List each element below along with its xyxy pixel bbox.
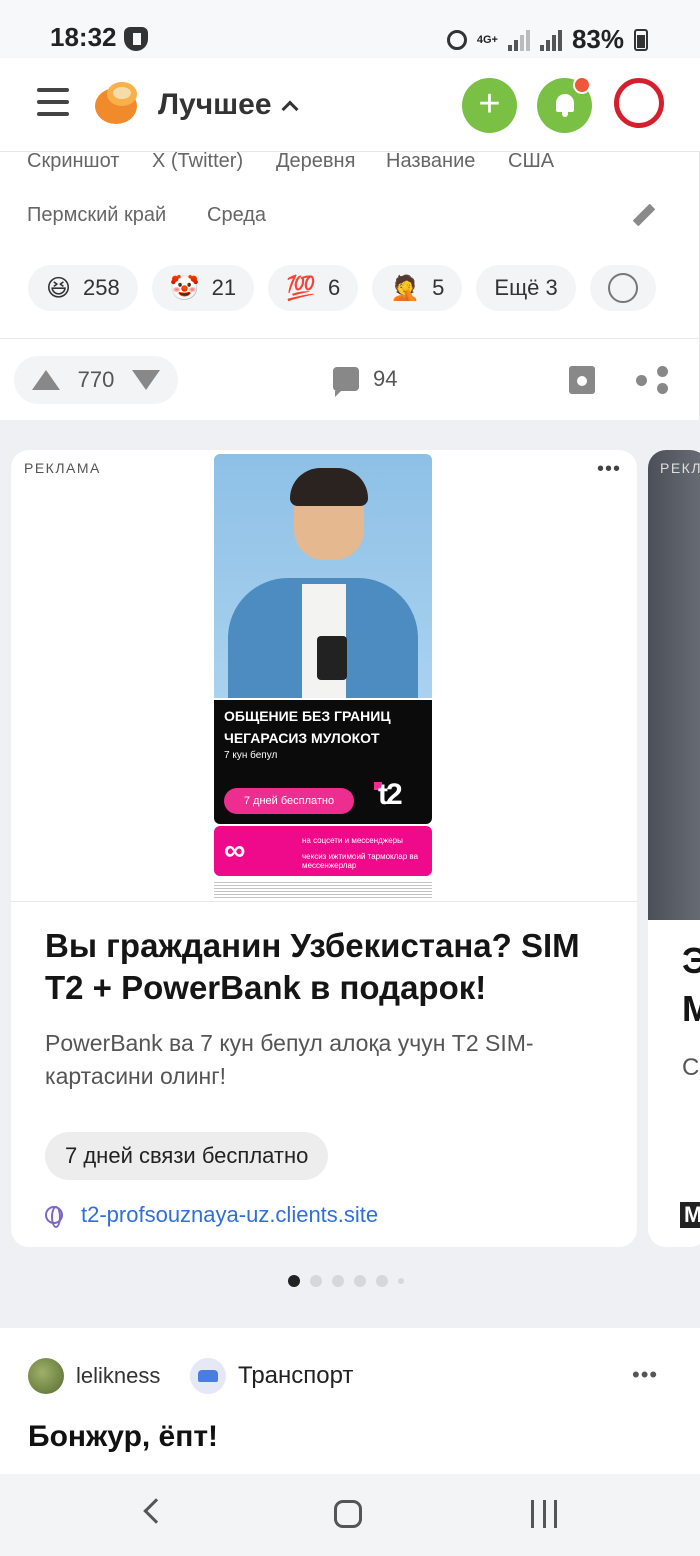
hundred-emoji-icon: 💯 bbox=[286, 274, 317, 302]
ad-banner-black: ОБЩЕНИЕ БЕЗ ГРАНИЦ ЧЕГАРАСИЗ МУЛОКОТ 7 к… bbox=[214, 700, 432, 824]
post-card-2: lelikness Транспорт ••• Бонжур, ёпт! bbox=[0, 1328, 700, 1474]
upvote-icon[interactable] bbox=[32, 370, 60, 390]
more-options-icon[interactable]: ••• bbox=[597, 458, 621, 481]
home-icon[interactable] bbox=[334, 1500, 362, 1528]
feed-selector[interactable]: Лучшее bbox=[158, 88, 299, 122]
more-reactions-button[interactable]: Ещё 3 bbox=[476, 265, 576, 311]
globe-icon bbox=[45, 1206, 63, 1228]
ad-cta-button[interactable]: 7 дней связи бесплатно bbox=[45, 1132, 329, 1180]
ad-description: PowerBank ва 7 кун бепул алоқа учун T2 S… bbox=[45, 1030, 534, 1089]
tag[interactable]: Деревня bbox=[276, 150, 355, 173]
ad-title[interactable]: Вы гражданин Узбекистана? SIM T2 + Power… bbox=[45, 925, 605, 1009]
signal-icon bbox=[507, 29, 530, 51]
ad-creative: ОБЩЕНИЕ БЕЗ ГРАНИЦ ЧЕГАРАСИЗ МУЛОКОТ 7 к… bbox=[214, 454, 432, 902]
author-avatar[interactable] bbox=[28, 1358, 64, 1394]
post-title[interactable]: Бонжур, ёпт! bbox=[28, 1420, 218, 1454]
reaction-chip[interactable]: 💯 6 bbox=[268, 265, 359, 311]
chevron-up-icon bbox=[281, 100, 299, 118]
battery-icon bbox=[634, 28, 648, 51]
ad-next-title1: Э bbox=[682, 940, 700, 981]
downvote-icon[interactable] bbox=[132, 370, 160, 390]
feed-title: Лучшее bbox=[158, 88, 272, 121]
banner-line1: ОБЩЕНИЕ БЕЗ ГРАНИЦ bbox=[224, 708, 391, 724]
ad-label: РЕКЛАМА bbox=[24, 460, 101, 476]
vpn-shield-icon bbox=[124, 27, 148, 51]
reaction-count: 6 bbox=[328, 275, 341, 300]
clown-emoji-icon: 🤡 bbox=[169, 274, 200, 302]
share-icon[interactable] bbox=[636, 366, 668, 394]
save-icon[interactable] bbox=[569, 366, 595, 394]
status-bar: 18:32 4G+ 83% bbox=[0, 0, 700, 58]
carousel-dots bbox=[288, 1275, 404, 1287]
back-icon[interactable] bbox=[143, 1498, 169, 1524]
app-header: Лучшее + bbox=[0, 58, 700, 152]
divider bbox=[0, 338, 700, 339]
banner-button: 7 дней бесплатно bbox=[224, 788, 354, 814]
notification-dot bbox=[573, 76, 591, 94]
tag[interactable]: Среда bbox=[207, 204, 266, 227]
ad-next-text: Э М С M bbox=[648, 450, 700, 1247]
pikabu-logo[interactable] bbox=[95, 82, 139, 126]
ad-banner-pink: ∞ на соцсети и мессенджеры чексиз ижтимо… bbox=[214, 826, 432, 876]
pink-line2: чексиз ижтимоий тармоклар ва мессенжерла… bbox=[302, 852, 419, 870]
profile-avatar[interactable] bbox=[614, 78, 664, 128]
pink-line1: на соцсети и мессенджеры bbox=[302, 836, 403, 845]
category-car-icon[interactable] bbox=[190, 1358, 226, 1394]
rating: 770 bbox=[77, 367, 115, 392]
reaction-count: 5 bbox=[432, 275, 445, 300]
ad-photo bbox=[214, 454, 432, 698]
tag[interactable]: Название bbox=[386, 150, 475, 173]
reactions-row: 😆 258 🤡 21 💯 6 🤦 5 Ещё 3 bbox=[28, 265, 656, 311]
tag[interactable]: X (Twitter) bbox=[152, 150, 243, 173]
tag[interactable]: Пермский край bbox=[27, 204, 166, 227]
system-nav-bar bbox=[0, 1474, 700, 1556]
more-options-icon[interactable]: ••• bbox=[632, 1362, 658, 1388]
menu-icon[interactable] bbox=[37, 88, 69, 116]
recents-icon[interactable] bbox=[531, 1500, 557, 1528]
notifications-button[interactable] bbox=[537, 76, 592, 133]
signal-icon-2 bbox=[539, 29, 562, 51]
reaction-chip[interactable]: 😆 258 bbox=[28, 265, 138, 311]
author-name[interactable]: lelikness bbox=[76, 1363, 160, 1389]
comment-icon bbox=[333, 367, 359, 397]
comments-count: 94 bbox=[373, 366, 398, 391]
network-type: 4G+ bbox=[476, 33, 498, 46]
ad-image-frame: РЕКЛАМА ••• ОБЩЕНИЕ БЕЗ ГРАНИЦ ЧЕГАРАСИЗ… bbox=[11, 450, 637, 902]
ad-link-text: t2-profsouznaya-uz.clients.site bbox=[81, 1202, 379, 1227]
add-reaction-button[interactable] bbox=[589, 265, 656, 311]
banner-line3: 7 кун бепул bbox=[224, 750, 278, 761]
battery-percent: 83% bbox=[571, 24, 624, 54]
clock: 18:32 bbox=[50, 22, 117, 52]
alarm-icon bbox=[446, 29, 467, 50]
add-post-button[interactable]: + bbox=[462, 78, 517, 133]
reaction-count: 21 bbox=[211, 275, 237, 300]
category-name[interactable]: Транспорт bbox=[238, 1362, 353, 1390]
bell-icon bbox=[556, 94, 574, 117]
laughing-emoji-icon: 😆 bbox=[46, 274, 72, 302]
banner-line2: ЧЕГАРАСИЗ МУЛОКОТ bbox=[224, 730, 380, 746]
tag[interactable]: США bbox=[508, 150, 554, 173]
vote-control: 770 bbox=[14, 356, 178, 404]
tag[interactable]: Скриншот bbox=[27, 150, 119, 173]
t2-logo: t2 bbox=[378, 778, 403, 811]
infinity-icon: ∞ bbox=[224, 834, 246, 867]
reaction-chip[interactable]: 🤦 5 bbox=[372, 265, 463, 311]
facepalm-emoji-icon: 🤦 bbox=[390, 274, 421, 302]
smile-plus-icon bbox=[607, 273, 638, 303]
ad-next-chip: M bbox=[680, 1202, 700, 1228]
comments-button[interactable]: 94 bbox=[333, 366, 398, 397]
reaction-chip[interactable]: 🤡 21 bbox=[151, 265, 255, 311]
ad-card[interactable]: РЕКЛАМА ••• ОБЩЕНИЕ БЕЗ ГРАНИЦ ЧЕГАРАСИЗ… bbox=[11, 450, 637, 1247]
ad-link[interactable]: t2-profsouznaya-uz.clients.site bbox=[45, 1202, 378, 1228]
ad-next-desc: С bbox=[682, 1054, 700, 1081]
reaction-count: 258 bbox=[83, 275, 120, 300]
fine-print bbox=[214, 880, 432, 898]
status-right: 4G+ 83% bbox=[446, 24, 648, 55]
ad-next-title2: М bbox=[682, 988, 700, 1029]
ad-carousel: РЕКЛАМА ••• ОБЩЕНИЕ БЕЗ ГРАНИЦ ЧЕГАРАСИЗ… bbox=[0, 430, 700, 1298]
